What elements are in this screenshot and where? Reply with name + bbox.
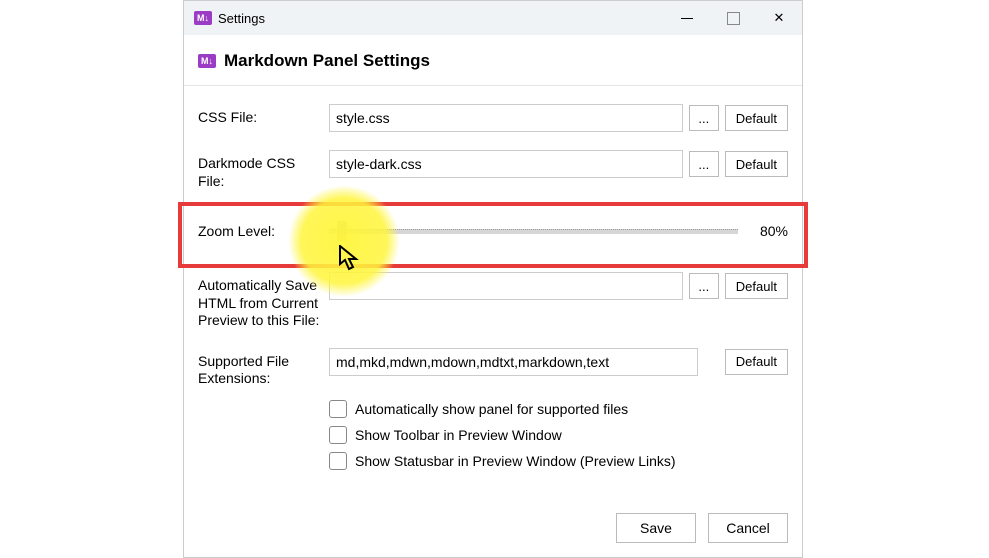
app-icon: M↓ bbox=[194, 11, 212, 25]
label-autosave-html: Automatically Save HTML from Current Pre… bbox=[198, 272, 323, 330]
check-toolbar[interactable]: Show Toolbar in Preview Window bbox=[329, 426, 788, 444]
row-zoom-level: Zoom Level: 80% bbox=[184, 208, 802, 254]
check-label: Show Statusbar in Preview Window (Previe… bbox=[355, 453, 676, 469]
checkbox-icon[interactable] bbox=[329, 400, 347, 418]
row-autosave-html: Automatically Save HTML from Current Pre… bbox=[198, 272, 788, 330]
zoom-slider-thumb[interactable] bbox=[337, 221, 347, 241]
panel-header: M↓ Markdown Panel Settings bbox=[184, 35, 802, 86]
default-dark-css-button[interactable]: Default bbox=[725, 151, 788, 177]
browse-autosave-button[interactable]: ... bbox=[689, 273, 719, 299]
dialog-footer: Save Cancel bbox=[616, 513, 788, 543]
zoom-slider[interactable] bbox=[329, 220, 738, 242]
browse-dark-css-button[interactable]: ... bbox=[689, 151, 719, 177]
checkbox-icon[interactable] bbox=[329, 452, 347, 470]
row-dark-css: Darkmode CSS File: ... Default bbox=[198, 150, 788, 190]
window-title: Settings bbox=[218, 11, 265, 26]
default-css-file-button[interactable]: Default bbox=[725, 105, 788, 131]
minimize-button[interactable] bbox=[664, 1, 710, 35]
check-label: Automatically show panel for supported f… bbox=[355, 401, 628, 417]
label-zoom-level: Zoom Level: bbox=[198, 223, 323, 239]
input-dark-css[interactable] bbox=[329, 150, 683, 178]
cancel-button[interactable]: Cancel bbox=[708, 513, 788, 543]
panel-body: CSS File: ... Default Darkmode CSS File:… bbox=[184, 86, 802, 470]
check-label: Show Toolbar in Preview Window bbox=[355, 427, 562, 443]
checkbox-icon[interactable] bbox=[329, 426, 347, 444]
row-css-file: CSS File: ... Default bbox=[198, 104, 788, 132]
input-autosave-html[interactable] bbox=[329, 272, 683, 300]
window-controls: ✕ bbox=[664, 1, 802, 35]
panel-title: Markdown Panel Settings bbox=[224, 51, 430, 71]
label-css-file: CSS File: bbox=[198, 104, 323, 127]
browse-css-file-button[interactable]: ... bbox=[689, 105, 719, 131]
save-button[interactable]: Save bbox=[616, 513, 696, 543]
checkbox-list: Automatically show panel for supported f… bbox=[329, 400, 788, 470]
close-button[interactable]: ✕ bbox=[756, 1, 802, 35]
default-extensions-button[interactable]: Default bbox=[725, 349, 788, 375]
check-statusbar[interactable]: Show Statusbar in Preview Window (Previe… bbox=[329, 452, 788, 470]
title-bar: M↓ Settings ✕ bbox=[184, 1, 802, 35]
markdown-icon: M↓ bbox=[198, 54, 216, 68]
input-css-file[interactable] bbox=[329, 104, 683, 132]
default-autosave-button[interactable]: Default bbox=[725, 273, 788, 299]
check-auto-panel[interactable]: Automatically show panel for supported f… bbox=[329, 400, 788, 418]
zoom-value: 80% bbox=[744, 223, 788, 239]
zoom-slider-track bbox=[329, 229, 738, 234]
settings-window: M↓ Settings ✕ M↓ Markdown Panel Settings… bbox=[183, 0, 803, 558]
input-extensions[interactable] bbox=[329, 348, 698, 376]
label-extensions: Supported File Extensions: bbox=[198, 348, 323, 388]
maximize-button[interactable] bbox=[710, 1, 756, 35]
label-dark-css: Darkmode CSS File: bbox=[198, 150, 323, 190]
row-extensions: Supported File Extensions: Default bbox=[198, 348, 788, 388]
